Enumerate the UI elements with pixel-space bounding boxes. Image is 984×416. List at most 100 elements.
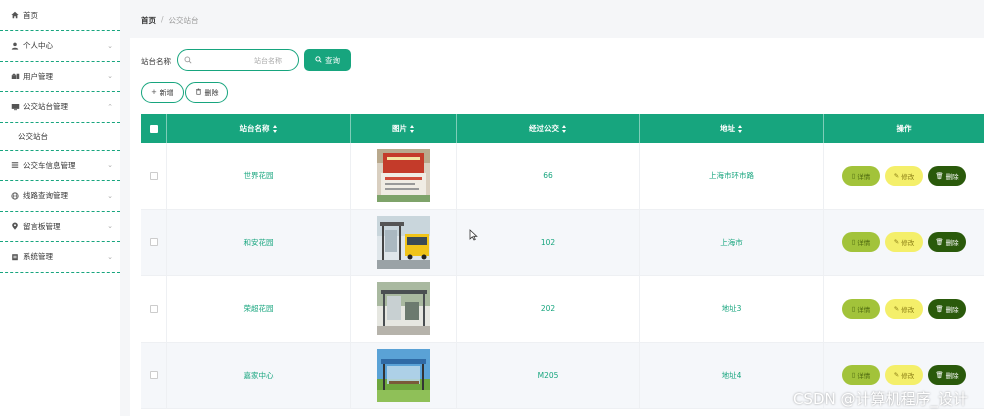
sidebar-item-label: 线路查询管理 [23, 191, 68, 201]
chevron-down-icon: ⌄ [107, 72, 113, 81]
sidebar-item-route-query[interactable]: 线路查询管理 ⌄ [0, 181, 120, 212]
delete-button[interactable]: 🗑︎ 删除 [928, 165, 966, 186]
column-header-label: 经过公交 [529, 124, 559, 133]
sidebar-subitem-bus-stop[interactable]: 公交站台 [0, 123, 120, 151]
delete-button[interactable]: 🗑︎ 删除 [928, 365, 966, 386]
chevron-up-icon: ⌃ [107, 102, 113, 111]
column-header-image[interactable]: 图片 [351, 114, 457, 143]
delete-button[interactable]: 🗑︎ 删除 [928, 298, 966, 319]
trash-icon: 🗑︎ [935, 305, 944, 313]
trash-icon: 🗑︎ [935, 372, 944, 380]
search-field[interactable] [177, 49, 299, 71]
document-icon: ▯ [851, 372, 856, 380]
sidebar-item-label: 首页 [23, 10, 38, 20]
detail-button[interactable]: ▯ 详情 [842, 298, 880, 319]
column-header-name[interactable]: 站台名称 [167, 114, 351, 143]
column-header-label: 操作 [896, 124, 912, 133]
search-icon [315, 55, 322, 65]
search-input[interactable] [196, 53, 296, 68]
table-header: 站台名称 图片 经过公交 地址 操作 [141, 114, 984, 143]
bus-stop-photo[interactable] [377, 215, 430, 269]
batch-delete-button[interactable]: 删除 [185, 82, 228, 103]
table-row: 世界花园 66 上海市环市路 ▯ 详情 ✎ 修改 🗑︎ 删除 [141, 143, 984, 210]
search-button-label: 查询 [325, 55, 340, 65]
sidebar-item-home[interactable]: 首页 [0, 0, 120, 31]
search-button[interactable]: 查询 [304, 49, 351, 71]
sidebar-item-message-board[interactable]: 留言板管理 ⌄ [0, 212, 120, 242]
sidebar-item-profile[interactable]: 个人中心 ⌄ [0, 31, 120, 62]
detail-button[interactable]: ▯ 详情 [842, 232, 880, 253]
column-header-buses[interactable]: 经过公交 [457, 114, 640, 143]
users-icon [9, 72, 21, 80]
trash-icon [195, 88, 202, 97]
detail-button[interactable]: ▯ 详情 [842, 365, 880, 386]
image-cell [351, 143, 457, 209]
select-all-checkbox[interactable] [149, 124, 158, 133]
image-cell [351, 342, 457, 408]
search-icon [184, 56, 192, 66]
sidebar-item-label: 个人中心 [23, 41, 53, 51]
buses-cell: 202 [457, 276, 640, 342]
buses-cell: 66 [457, 143, 640, 209]
row-checkbox[interactable] [149, 238, 158, 247]
row-checkbox[interactable] [149, 304, 158, 313]
chevron-down-icon: ⌄ [107, 161, 113, 170]
row-checkbox[interactable] [149, 371, 158, 380]
address-cell: 上海市环市路 [640, 143, 824, 209]
sidebar-item-bus-info[interactable]: 公交车信息管理 ⌄ [0, 151, 120, 181]
column-header-label: 站台名称 [239, 124, 270, 133]
sidebar-item-users[interactable]: 用户管理 ⌄ [0, 62, 120, 92]
monitor-icon [9, 103, 21, 111]
station-name-cell: 世界花园 [167, 143, 351, 209]
station-sign-photo[interactable] [377, 149, 430, 203]
watermark: CSDN @计算机程序_设计 [792, 390, 968, 408]
column-header-label: 图片 [392, 124, 407, 133]
add-button-label: 新增 [159, 89, 174, 97]
column-header-address[interactable]: 地址 [640, 114, 824, 143]
home-icon [9, 11, 21, 19]
column-header-actions: 操作 [824, 114, 984, 143]
settings-icon [9, 253, 21, 261]
address-cell: 上海市 [640, 209, 824, 275]
edit-button[interactable]: ✎ 修改 [885, 298, 923, 319]
select-all-cell [141, 114, 167, 143]
buses-cell: 102 [457, 209, 640, 275]
buses-cell: M205 [457, 342, 640, 408]
bus-shelter-photo[interactable] [377, 282, 430, 336]
breadcrumb-home[interactable]: 首页 [141, 15, 156, 26]
content-panel: 站台名称 查询 + 新增 删除 [130, 38, 984, 416]
sort-icon [738, 124, 743, 133]
user-icon [9, 42, 21, 50]
row-select-cell [141, 342, 167, 408]
detail-button-label: 详情 [857, 306, 871, 314]
breadcrumb: 首页 / 公交站台 [141, 15, 199, 26]
sidebar-item-label: 公交车信息管理 [23, 160, 76, 170]
sidebar-item-label: 公交站台管理 [23, 102, 68, 112]
actions-cell: ▯ 详情 ✎ 修改 🗑︎ 删除 [824, 210, 984, 276]
edit-button-label: 修改 [901, 373, 915, 381]
modern-shelter-photo[interactable] [377, 348, 430, 402]
delete-button[interactable]: 🗑︎ 删除 [928, 232, 966, 253]
document-icon: ▯ [851, 172, 856, 180]
breadcrumb-current: 公交站台 [168, 16, 199, 25]
sidebar-item-system[interactable]: 系统管理 ⌄ [0, 242, 120, 273]
mouse-cursor-icon [469, 229, 478, 243]
row-checkbox[interactable] [149, 171, 158, 180]
sidebar-item-bus-stop-management[interactable]: 公交站台管理 ⌃ [0, 92, 120, 123]
detail-button[interactable]: ▯ 详情 [842, 165, 880, 186]
main-content: 首页 / 公交站台 站台名称 查询 + 新增 删除 [130, 0, 984, 416]
globe-icon [9, 192, 21, 200]
edit-icon: ✎ [893, 305, 900, 313]
edit-icon: ✎ [893, 172, 900, 180]
edit-button[interactable]: ✎ 修改 [885, 232, 923, 253]
sidebar: 首页 个人中心 ⌄ 用户管理 ⌄ 公交站台管理 ⌃ 公交站台 公交车信息管理 ⌄… [0, 0, 120, 416]
edit-button[interactable]: ✎ 修改 [885, 165, 923, 186]
location-icon [9, 222, 21, 230]
delete-button-label: 删除 [945, 306, 959, 314]
edit-button[interactable]: ✎ 修改 [885, 365, 923, 386]
breadcrumb-separator: / [161, 15, 164, 24]
add-button[interactable]: + 新增 [141, 82, 184, 103]
station-name-cell: 嘉家中心 [167, 342, 351, 408]
table-row: 和安花园 102 上海市 ▯ 详情 ✎ 修改 🗑︎ 删除 [141, 209, 984, 276]
address-cell: 地址3 [640, 276, 824, 342]
